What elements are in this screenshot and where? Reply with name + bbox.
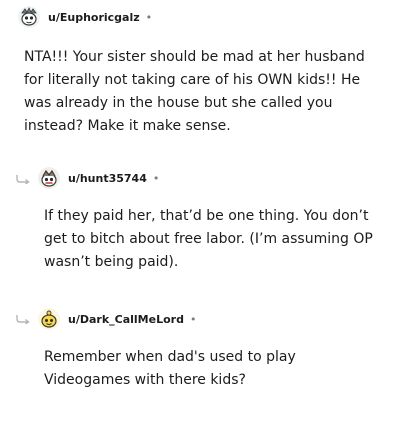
snoo-avatar-icon	[38, 167, 60, 189]
reply-arrow-icon	[16, 175, 30, 184]
comment-header: u/hunt35744 •	[38, 165, 159, 191]
separator-dot: •	[152, 171, 160, 185]
comment-header: u/Euphoricgalz •	[18, 4, 152, 30]
username[interactable]: u/Euphoricgalz	[48, 11, 140, 24]
snoo-avatar-icon	[18, 6, 40, 28]
separator-dot: •	[145, 10, 153, 24]
user-avatar[interactable]	[38, 167, 60, 189]
comment-body: NTA!!! Your sister should be mad at her …	[24, 49, 365, 134]
user-avatar[interactable]	[38, 308, 60, 330]
snoo-avatar-icon	[38, 308, 60, 330]
comment-body: Remember when dad's used to play Videoga…	[44, 349, 296, 388]
separator-dot: •	[189, 312, 197, 326]
reply-arrow-icon	[16, 315, 30, 324]
comment-header: u/Dark_CallMeLord •	[38, 306, 196, 332]
username[interactable]: u/Dark_CallMeLord	[68, 313, 184, 326]
comment-body: If they paid her, that’d be one thing. Y…	[44, 208, 373, 270]
user-avatar[interactable]	[18, 6, 40, 28]
username[interactable]: u/hunt35744	[68, 172, 147, 185]
